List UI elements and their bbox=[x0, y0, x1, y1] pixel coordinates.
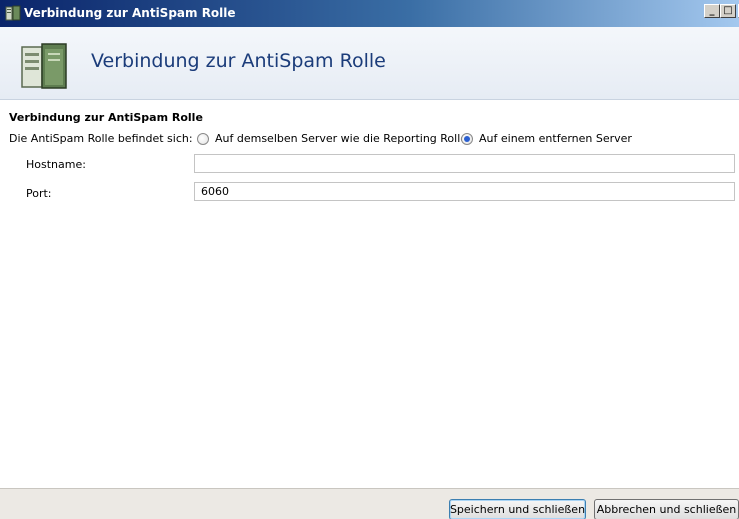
radio-label: Auf demselben Server wie die Reporting R… bbox=[215, 132, 468, 145]
radio-label: Auf einem entfernen Server bbox=[479, 132, 632, 145]
radio-circle-icon[interactable] bbox=[197, 132, 209, 145]
header-title: Verbindung zur AntiSpam Rolle bbox=[91, 50, 386, 72]
save-and-close-button[interactable]: Speichern und schließen bbox=[449, 499, 586, 519]
hostname-input[interactable] bbox=[194, 154, 735, 173]
title-bar: Verbindung zur AntiSpam Rolle _ □ × bbox=[0, 0, 739, 27]
port-label: Port: bbox=[26, 187, 52, 200]
hostname-label: Hostname: bbox=[26, 158, 86, 171]
maximize-button[interactable]: □ bbox=[720, 4, 736, 18]
port-input[interactable] bbox=[194, 182, 735, 201]
radio-remote-server[interactable]: Auf einem entfernen Server bbox=[461, 132, 632, 145]
cancel-and-close-button[interactable]: Abbrechen und schließen bbox=[594, 499, 739, 519]
dialog-header: Verbindung zur AntiSpam Rolle bbox=[0, 27, 739, 100]
radio-same-server[interactable]: Auf demselben Server wie die Reporting R… bbox=[197, 132, 467, 145]
dialog-footer: Speichern und schließen Abbrechen und sc… bbox=[0, 488, 739, 519]
server-icon bbox=[21, 43, 67, 89]
minimize-button[interactable]: _ bbox=[704, 4, 720, 18]
section-title: Verbindung zur AntiSpam Rolle bbox=[9, 111, 203, 124]
dialog-content: Verbindung zur AntiSpam Rolle Die AntiSp… bbox=[0, 100, 739, 488]
app-icon bbox=[5, 5, 21, 21]
window-title: Verbindung zur AntiSpam Rolle bbox=[24, 6, 236, 20]
radio-circle-checked-icon[interactable] bbox=[461, 132, 473, 145]
location-label: Die AntiSpam Rolle befindet sich: bbox=[9, 132, 193, 145]
